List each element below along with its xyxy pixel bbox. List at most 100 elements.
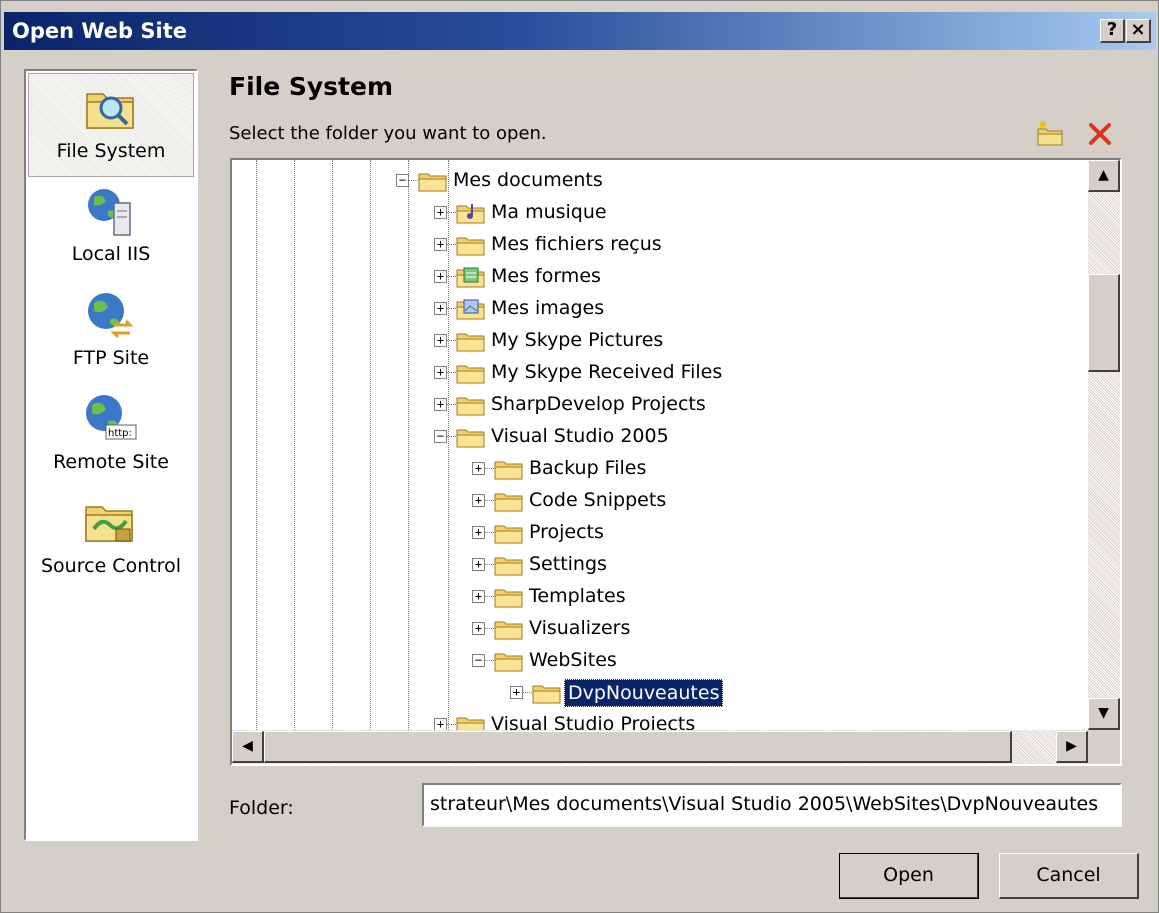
tree-node-label[interactable]: Settings: [526, 551, 610, 577]
tree-node[interactable]: − Visual Studio 2005: [434, 422, 934, 452]
tree-node-label[interactable]: Mes formes: [488, 263, 604, 289]
tree-node[interactable]: + Mes fichiers reçus: [434, 230, 934, 260]
tree-node-label[interactable]: WebSites: [526, 647, 620, 673]
tree-node[interactable]: + My Skype Received Files: [434, 358, 934, 388]
scroll-left-button[interactable]: ◀: [232, 731, 264, 763]
nav-item-local-iis[interactable]: Local IIS: [28, 177, 194, 281]
local-iis-server-icon: [88, 189, 131, 236]
tree-node[interactable]: + Templates: [472, 582, 972, 612]
nav-item-ftp-site[interactable]: FTP Site: [28, 281, 194, 385]
vertical-scroll-thumb[interactable]: [1088, 274, 1120, 372]
tree-node-label[interactable]: My Skype Received Files: [488, 359, 725, 385]
tree-node-label[interactable]: DvpNouveautes: [564, 679, 724, 707]
title-bar[interactable]: Open Web Site ? ×: [4, 12, 1156, 50]
tree-connector: [408, 180, 418, 181]
tree-node[interactable]: + Code Snippets: [472, 486, 972, 516]
tree-guide-line: [370, 160, 371, 730]
collapse-icon[interactable]: −: [472, 654, 485, 667]
expand-icon[interactable]: +: [434, 206, 447, 219]
tree-node[interactable]: − WebSites: [472, 646, 972, 676]
tree-guide-line: [294, 160, 295, 730]
tree-node[interactable]: + Visualizers: [472, 614, 972, 644]
expand-icon[interactable]: +: [434, 334, 447, 347]
folder-tree[interactable]: − Mes documents + Ma musique + Mes fichiers r…: [230, 158, 1122, 766]
expand-icon[interactable]: +: [434, 398, 447, 411]
expand-icon[interactable]: +: [434, 366, 447, 379]
expand-icon[interactable]: +: [472, 462, 485, 475]
svg-text:http:: http:: [108, 428, 132, 439]
tree-node[interactable]: + SharpDevelop Projects: [434, 390, 934, 420]
expand-icon[interactable]: +: [472, 558, 485, 571]
cancel-button[interactable]: Cancel: [999, 853, 1139, 899]
folder-label: Folder:: [229, 797, 294, 819]
tree-node-label[interactable]: Mes fichiers reçus: [488, 231, 665, 257]
nav-item-source-control[interactable]: Source Control: [28, 489, 194, 593]
tree-connector: [484, 660, 494, 661]
help-icon: ?: [1106, 19, 1118, 40]
expand-icon[interactable]: +: [472, 590, 485, 603]
tree-guide-line: [256, 160, 257, 730]
expand-icon[interactable]: +: [472, 622, 485, 635]
delete-icon[interactable]: [1085, 119, 1115, 149]
remote-site-http-icon: http:: [86, 395, 137, 440]
page-title: File System: [229, 72, 394, 101]
scroll-up-button[interactable]: ▲: [1088, 160, 1120, 192]
tree-node-label[interactable]: Templates: [526, 583, 629, 609]
tree-node-label[interactable]: Code Snippets: [526, 487, 669, 513]
tree-node-label[interactable]: My Skype Pictures: [488, 327, 666, 353]
tree-node[interactable]: + Backup Files: [472, 454, 972, 484]
tree-node-label[interactable]: Visual Studio 2005: [488, 423, 672, 449]
collapse-icon[interactable]: −: [434, 430, 447, 443]
tree-node-label[interactable]: Visualizers: [526, 615, 633, 641]
expand-icon[interactable]: +: [434, 238, 447, 251]
expand-icon[interactable]: +: [434, 270, 447, 283]
tree-node-label[interactable]: Backup Files: [526, 455, 649, 481]
folder-icon: [456, 299, 485, 320]
expand-icon[interactable]: +: [510, 686, 523, 699]
scroll-down-button[interactable]: ▼: [1088, 698, 1120, 730]
instruction-text: Select the folder you want to open.: [229, 123, 547, 144]
expand-icon[interactable]: +: [434, 718, 447, 730]
folder-path-input[interactable]: strateur\Mes documents\Visual Studio 200…: [422, 783, 1122, 827]
tree-horizontal-scrollbar[interactable]: ◀ ▶: [232, 730, 1088, 764]
tree-node[interactable]: + DvpNouveautes: [510, 678, 1010, 708]
close-button[interactable]: ×: [1126, 19, 1151, 43]
folder-tree-viewport: − Mes documents + Ma musique + Mes fichiers r…: [232, 160, 1088, 730]
tree-node-label[interactable]: Projects: [526, 519, 607, 545]
tree-node[interactable]: − Mes documents: [396, 166, 896, 196]
tree-node[interactable]: + Mes formes: [434, 262, 934, 292]
tree-node-label[interactable]: Mes images: [488, 295, 607, 321]
tree-node[interactable]: + Mes images: [434, 294, 934, 324]
folder-icon: [494, 461, 523, 480]
tree-node-label[interactable]: Ma musique: [488, 199, 610, 225]
help-button[interactable]: ?: [1100, 19, 1125, 43]
tree-node[interactable]: + Settings: [472, 550, 972, 580]
expand-icon[interactable]: +: [472, 526, 485, 539]
collapse-icon[interactable]: −: [396, 174, 409, 187]
ftp-globe-icon: [88, 293, 134, 339]
expand-icon[interactable]: +: [472, 494, 485, 507]
scroll-right-button[interactable]: ▶: [1056, 731, 1088, 763]
tree-node[interactable]: + My Skype Pictures: [434, 326, 934, 356]
nav-label-file-system: File System: [56, 140, 166, 162]
expand-icon[interactable]: +: [434, 302, 447, 315]
tree-connector: [484, 564, 494, 565]
tree-connector: [446, 340, 456, 341]
nav-item-file-system[interactable]: File System: [28, 73, 194, 177]
tree-connector: [446, 372, 456, 373]
open-button[interactable]: Open: [839, 853, 979, 899]
folder-icon: [456, 237, 485, 256]
folder-icon: [456, 267, 485, 288]
tree-vertical-scrollbar[interactable]: ▲ ▼: [1088, 160, 1120, 730]
new-folder-icon[interactable]: [1035, 119, 1065, 149]
tree-node[interactable]: + Ma musique: [434, 198, 934, 228]
folder-icon: [456, 365, 485, 384]
tree-node[interactable]: + Projects: [472, 518, 972, 548]
nav-label-remote-site: Remote Site: [53, 451, 169, 473]
tree-node-label[interactable]: Visual Studio Projects: [488, 711, 698, 730]
tree-node-label[interactable]: Mes documents: [450, 167, 606, 193]
nav-item-remote-site[interactable]: http: Remote Site: [28, 385, 194, 489]
tree-node-label[interactable]: SharpDevelop Projects: [488, 391, 709, 417]
tree-node[interactable]: + Visual Studio Projects: [434, 710, 934, 730]
horizontal-scroll-thumb[interactable]: [264, 731, 1012, 763]
